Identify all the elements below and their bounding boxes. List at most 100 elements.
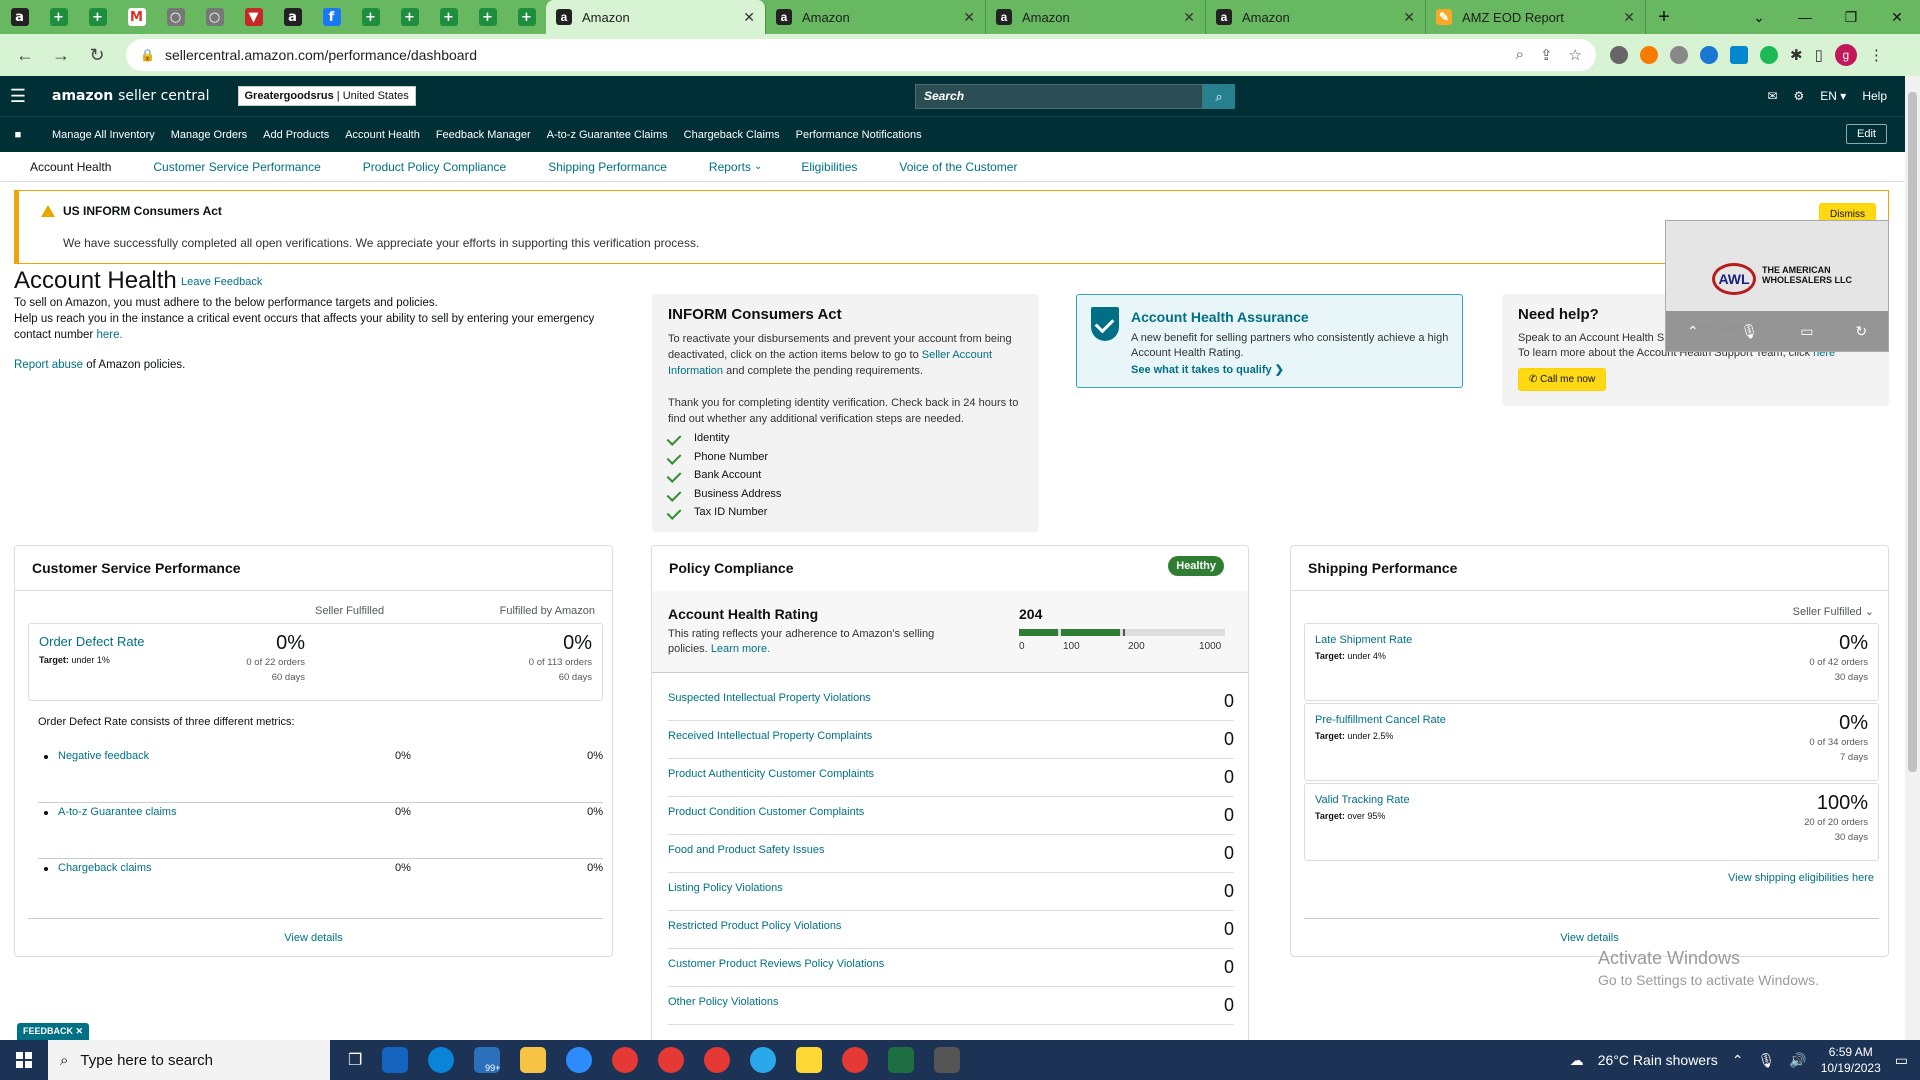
policy-link[interactable]: Product Condition Customer Complaints xyxy=(668,806,864,818)
extension-icon[interactable] xyxy=(1760,46,1778,64)
refresh-icon[interactable]: ↻ xyxy=(1855,323,1867,340)
call-me-now-button[interactable]: ✆ Call me now xyxy=(1518,368,1607,391)
pinned-tab[interactable]: + xyxy=(78,0,117,34)
odr-metric-link[interactable]: A-to-z Guarantee claims xyxy=(58,806,177,818)
microphone-icon[interactable]: 🎙 xyxy=(1757,1052,1775,1069)
shipping-metric-link[interactable]: Late Shipment Rate xyxy=(1315,634,1412,646)
feedback-tab[interactable]: FEEDBACK ✕ xyxy=(17,1023,90,1040)
policy-link[interactable]: Received Intellectual Property Complaint… xyxy=(668,730,872,742)
bookmark-link[interactable]: Performance Notifications xyxy=(796,129,922,141)
shipping-metric-link[interactable]: Pre-fulfillment Cancel Rate xyxy=(1315,714,1446,726)
search-icon[interactable]: ⌕ xyxy=(1203,84,1235,109)
profile-avatar[interactable]: g xyxy=(1834,44,1857,66)
order-defect-rate-link[interactable]: Order Defect Rate xyxy=(39,634,145,649)
search-input[interactable]: Search xyxy=(915,84,1203,109)
policy-link[interactable]: Product Authenticity Customer Complaints xyxy=(668,768,874,780)
shipping-metric-link[interactable]: Valid Tracking Rate xyxy=(1315,794,1410,806)
close-icon[interactable]: ✕ xyxy=(1623,9,1635,26)
gear-icon[interactable]: ⚙ xyxy=(1794,89,1805,103)
chrome-icon[interactable] xyxy=(704,1047,731,1073)
restore-button[interactable]: ❐ xyxy=(1828,0,1874,34)
learn-more-link[interactable]: Learn more. xyxy=(711,643,770,655)
browser-tab[interactable]: ✎ AMZ EOD Report ✕ xyxy=(1426,0,1646,34)
reload-button[interactable]: ↻ xyxy=(82,40,112,70)
lock-icon[interactable]: 🔒 xyxy=(140,48,155,62)
telegram-icon[interactable] xyxy=(750,1047,777,1073)
policy-link[interactable]: Suspected Intellectual Property Violatio… xyxy=(668,692,871,704)
bookmark-link[interactable]: Chargeback Claims xyxy=(684,129,780,141)
notifications-icon[interactable]: ▭ xyxy=(1895,1052,1908,1069)
odr-metric-link[interactable]: Negative feedback xyxy=(58,750,149,762)
hamburger-menu-icon[interactable]: ☰ xyxy=(0,86,36,107)
cs-view-details-link[interactable]: View details xyxy=(15,932,612,944)
video-call-overlay[interactable]: AWL THE AMERICAN WHOLESALERS LLC Aldrin … xyxy=(1665,220,1889,352)
browser-tab[interactable]: a Amazon ✕ xyxy=(986,0,1206,34)
policy-link[interactable]: Other Policy Violations xyxy=(668,996,778,1008)
new-tab-button[interactable]: + xyxy=(1646,0,1682,34)
pinned-tab[interactable]: a xyxy=(0,0,39,34)
mail-app-icon[interactable]: 99+ xyxy=(474,1047,501,1073)
subnav-tab[interactable]: Eligibilities xyxy=(780,160,878,174)
minimize-button[interactable]: — xyxy=(1782,0,1828,34)
scrollbar-thumb[interactable] xyxy=(1908,92,1917,772)
help-link[interactable]: Help xyxy=(1862,89,1887,103)
pinned-tab[interactable]: + xyxy=(39,0,78,34)
subnav-tab[interactable]: Customer Service Performance xyxy=(132,160,341,174)
zoom-app-icon[interactable] xyxy=(566,1047,593,1073)
report-abuse-link[interactable]: Report abuse xyxy=(14,359,83,371)
taskbar-search[interactable]: ⌕ Type here to search xyxy=(48,1040,330,1080)
bookmark-star-icon[interactable]: ☆ xyxy=(1569,46,1582,64)
pinned-tab[interactable]: a xyxy=(273,0,312,34)
start-button[interactable] xyxy=(0,1040,48,1080)
forward-button[interactable]: → xyxy=(46,40,76,70)
policy-link[interactable]: Customer Product Reviews Policy Violatio… xyxy=(668,958,884,970)
fulfillment-selector[interactable]: Seller Fulfilled ⌄ xyxy=(1793,605,1874,618)
pinned-tab[interactable]: + xyxy=(507,0,546,34)
address-bar[interactable]: 🔒 sellercentral.amazon.com/performance/d… xyxy=(126,39,1596,71)
store-icon[interactable] xyxy=(382,1047,409,1073)
chevron-up-icon[interactable]: ⌃ xyxy=(1732,1052,1744,1069)
edit-bookmarks-button[interactable]: Edit xyxy=(1846,124,1887,144)
calculator-icon[interactable] xyxy=(934,1047,961,1073)
page-scrollbar[interactable] xyxy=(1905,76,1920,1040)
close-icon[interactable]: ✕ xyxy=(1403,9,1415,26)
extension-icon[interactable] xyxy=(1610,46,1628,64)
language-selector[interactable]: EN ▾ xyxy=(1820,89,1846,103)
shipping-eligibilities-link[interactable]: View shipping eligibilities here xyxy=(1728,872,1874,884)
side-panel-icon[interactable]: ▯ xyxy=(1815,46,1823,64)
bookmark-link[interactable]: Feedback Manager xyxy=(436,129,531,141)
policy-link[interactable]: Restricted Product Policy Violations xyxy=(668,920,841,932)
puzzle-icon[interactable]: ✱ xyxy=(1790,46,1803,64)
pinned-tab[interactable]: + xyxy=(429,0,468,34)
extension-icon[interactable] xyxy=(1670,46,1688,64)
browser-tab[interactable]: a Amazon ✕ xyxy=(546,0,766,34)
pinned-tab[interactable]: M xyxy=(117,0,156,34)
file-explorer-icon[interactable] xyxy=(520,1047,547,1073)
chevron-up-icon[interactable]: ⌃ xyxy=(1687,323,1699,340)
camera-icon[interactable]: ▭ xyxy=(1800,323,1813,340)
browser-tab[interactable]: a Amazon ✕ xyxy=(1206,0,1426,34)
chrome-icon[interactable] xyxy=(842,1047,869,1073)
weather-icon[interactable]: ☁ xyxy=(1570,1052,1584,1069)
chrome-icon[interactable] xyxy=(658,1047,685,1073)
clock[interactable]: 6:59 AM 10/19/2023 xyxy=(1821,1044,1881,1076)
odr-metric-link[interactable]: Chargeback claims xyxy=(58,862,152,874)
chrome-icon[interactable] xyxy=(612,1047,639,1073)
bookmark-link[interactable]: Manage Orders xyxy=(171,129,247,141)
task-view-icon[interactable]: ❐ xyxy=(348,1050,362,1070)
weather-text[interactable]: 26°C Rain showers xyxy=(1598,1052,1718,1068)
browser-tab[interactable]: a Amazon ✕ xyxy=(766,0,986,34)
bookmark-link[interactable]: Manage All Inventory xyxy=(52,129,155,141)
subnav-tab[interactable]: Account Health xyxy=(0,160,132,174)
zoom-icon[interactable]: ⌕ xyxy=(1516,46,1524,64)
subnav-tab[interactable]: Voice of the Customer xyxy=(878,160,1038,174)
extension-icon[interactable] xyxy=(1700,46,1718,64)
close-icon[interactable]: ✕ xyxy=(1183,9,1195,26)
share-icon[interactable]: ⇪ xyxy=(1540,46,1553,64)
edge-icon[interactable] xyxy=(428,1047,455,1073)
policy-link[interactable]: Listing Policy Violations xyxy=(668,882,783,894)
close-window-button[interactable]: ✕ xyxy=(1874,0,1920,34)
pinned-tab[interactable]: f xyxy=(312,0,351,34)
mail-icon[interactable]: ✉ xyxy=(1767,89,1777,103)
extension-icon[interactable] xyxy=(1640,46,1658,64)
